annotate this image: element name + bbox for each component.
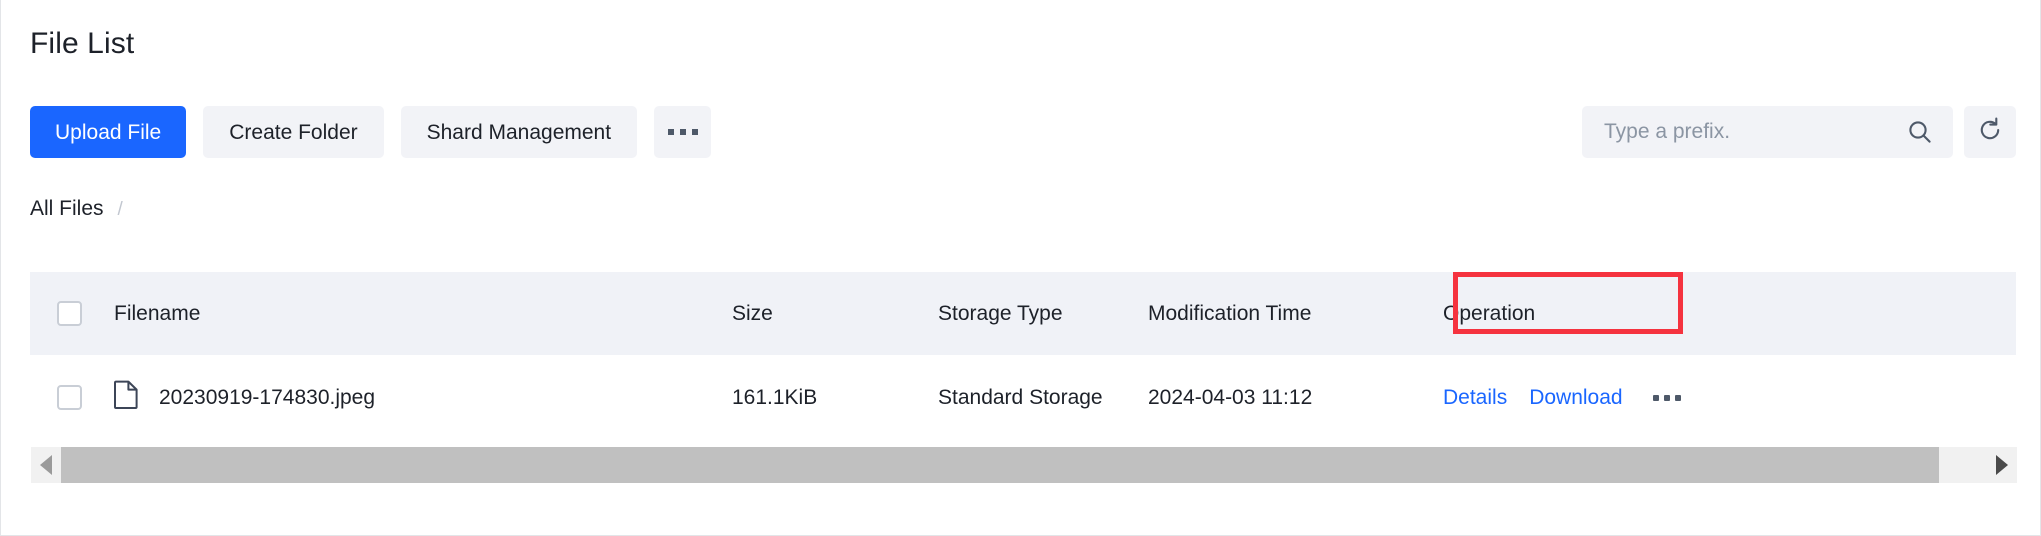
details-link[interactable]: Details [1443,386,1507,410]
row-more-actions-button[interactable] [1652,394,1681,401]
ellipsis-dot-icon [1652,394,1659,401]
row-storage-type-cell: Standard Storage [938,385,1103,409]
triangle-right-icon [1996,455,2008,475]
ellipsis-dot-icon [667,129,674,135]
ellipsis-dot-icon [1663,394,1670,401]
breadcrumb: All Files / [30,197,123,221]
refresh-icon [1977,117,2003,148]
search-box[interactable] [1582,106,1953,158]
scrollbar-thumb[interactable] [61,447,1939,483]
scrollbar-track[interactable] [61,447,1987,483]
table-header-operation: Operation [1443,301,1536,325]
select-all-checkbox[interactable] [57,301,82,326]
file-list-page: File List Upload File Create Folder Shar… [0,0,2041,536]
table-header-filename: Filename [114,301,201,325]
create-folder-button[interactable]: Create Folder [203,106,384,158]
table-header-modification-time: Modification Time [1148,301,1312,325]
table-row[interactable]: 20230919-174830.jpeg 161.1KiB Standard S… [30,355,2016,440]
row-size-cell: 161.1KiB [732,385,818,409]
page-title: File List [30,27,135,60]
download-link[interactable]: Download [1529,386,1622,410]
table-header-size: Size [732,301,773,325]
document-icon [114,380,139,415]
ellipsis-dot-icon [1674,394,1681,401]
row-filename-text: 20230919-174830.jpeg [159,385,376,409]
horizontal-scrollbar[interactable] [31,447,2017,483]
row-select-cell [30,385,114,410]
search-icon[interactable] [1905,117,1935,147]
refresh-button[interactable] [1964,106,2016,158]
breadcrumb-item-all-files[interactable]: All Files [30,197,104,221]
row-filename-cell: 20230919-174830.jpeg [114,380,732,415]
scroll-left-button[interactable] [31,447,61,483]
row-checkbox[interactable] [57,385,82,410]
table-header-storage-type: Storage Type [938,301,1063,325]
row-operation-cell: Details Download [1443,386,2003,410]
file-table: Filename Size Storage Type Modification … [30,272,2016,440]
toolbar: Upload File Create Folder Shard Manageme… [30,106,712,158]
table-header-select-all [30,301,114,326]
more-actions-button[interactable] [654,106,712,158]
scroll-right-button[interactable] [1987,447,2017,483]
search-input[interactable] [1604,120,1905,144]
ellipsis-dot-icon [691,129,698,135]
triangle-left-icon [40,455,52,475]
ellipsis-dot-icon [679,129,686,135]
row-modification-time-cell: 2024-04-03 11:12 [1148,385,1313,409]
upload-file-button[interactable]: Upload File [30,106,187,158]
breadcrumb-separator: / [117,199,123,220]
shard-management-button[interactable]: Shard Management [400,106,638,158]
table-header-row: Filename Size Storage Type Modification … [30,272,2016,355]
